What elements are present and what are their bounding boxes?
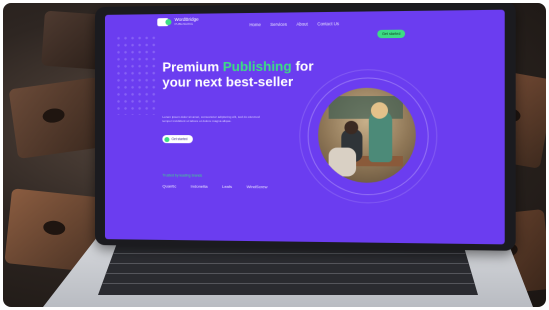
laptop-lid: WordBridge PUBLISHING Home Services Abou… [95,3,516,251]
brand-indonetta: Indonetta [190,183,208,189]
hero-photo [318,87,416,184]
hero-paragraph: Lorem ipsum dolor sit amet, consectetur … [162,114,260,123]
nav-services[interactable]: Services [270,22,287,27]
background-brick [8,77,108,159]
nav-cta-button[interactable]: Get started [377,29,406,39]
nav-about[interactable]: About [296,21,307,26]
laptop-screen: WordBridge PUBLISHING Home Services Abou… [104,9,505,245]
nav-links: Home Services About Contact Us [249,21,339,27]
nav-contact[interactable]: Contact Us [317,21,339,26]
photo-frame: WordBridge PUBLISHING Home Services Abou… [3,3,546,307]
brand-logos: Quantic Indonetta Leafs WindScrew [162,183,267,189]
trusted-label: Trusted by leading brands [162,173,203,178]
site-logo[interactable]: WordBridge PUBLISHING [157,17,199,27]
start-button-label: Get started [171,137,188,142]
laptop-keyboard [98,243,478,295]
headline-pre: Premium [162,59,223,75]
brand-quantic: Quantic [162,183,177,189]
nav-home[interactable]: Home [249,22,261,27]
hero-headline: Premium Publishing for your next best-se… [162,58,317,89]
site-navbar: WordBridge PUBLISHING Home Services Abou… [105,10,505,39]
logo-subtext: PUBLISHING [174,21,194,27]
brand-windscrew: WindScrew [246,184,268,190]
brand-leafs: Leafs [222,183,233,189]
hero-start-button[interactable]: Get started [162,135,193,144]
play-icon [164,136,170,142]
decorative-pattern [114,34,158,115]
headline-accent: Publishing [222,58,292,75]
logo-dot-icon [165,18,172,25]
